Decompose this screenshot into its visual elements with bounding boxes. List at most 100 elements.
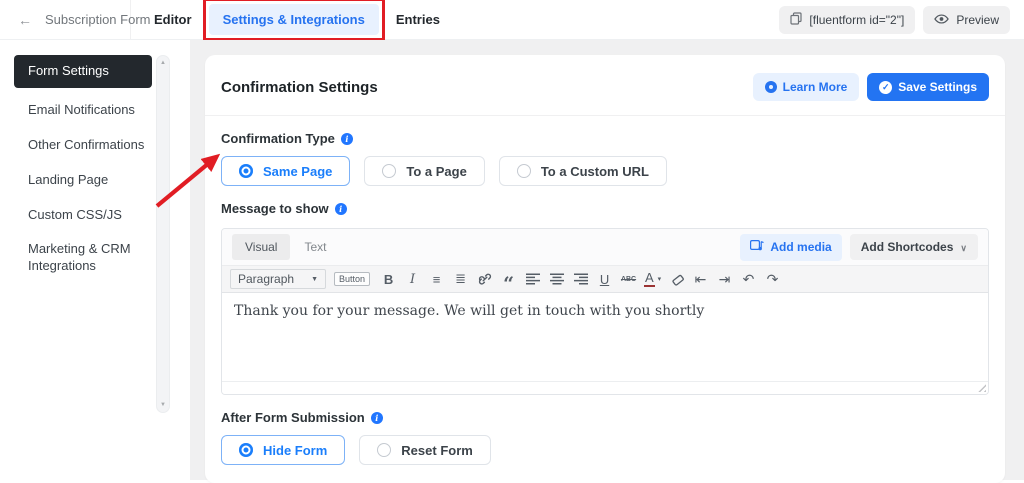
tab-editor[interactable]: Editor [152,4,194,35]
topbar: ← Subscription Form Editor Settings & In… [0,0,1024,41]
option-label: Hide Form [263,442,328,458]
editor-tab-text[interactable]: Text [300,234,330,260]
add-media-label: Add media [770,240,832,254]
save-settings-button[interactable]: Save Settings [867,73,989,101]
info-icon[interactable] [340,132,353,145]
editor-tabs-row: Visual Text Add media Add Shortcodes [222,229,988,265]
underline-icon[interactable]: U [594,268,615,290]
option-label: To a Custom URL [540,163,649,179]
italic-icon[interactable]: I [402,268,423,290]
chevron-down-icon [960,240,967,254]
option-hide-form[interactable]: Hide Form [221,435,346,465]
add-media-button[interactable]: Add media [740,233,842,261]
header-divider [205,115,1005,116]
main-panel: Confirmation Settings Learn More Save Se… [190,40,1024,483]
media-icon [750,239,765,255]
option-same-page[interactable]: Same Page [221,156,351,186]
info-icon[interactable] [334,202,347,215]
redo-icon[interactable]: ↷ [762,268,783,290]
option-label: Reset Form [401,442,473,458]
main-tabs: Editor Settings & Integrations Entries [152,0,442,41]
sidebar-item-marketing-crm[interactable]: Marketing & CRM Integrations [14,232,152,284]
add-shortcodes-button[interactable]: Add Shortcodes [849,234,978,260]
info-icon[interactable] [370,411,383,424]
editor-toolbar: Paragraph Button B I ≡ ≣ “ [222,265,988,293]
editor-tab-visual[interactable]: Visual [232,234,291,260]
option-to-a-custom-url[interactable]: To a Custom URL [498,156,667,186]
strikethrough-icon[interactable]: ABC [618,268,639,290]
sidebar-item-email-notifications[interactable]: Email Notifications [14,93,152,128]
editor-top-actions: Add media Add Shortcodes [740,233,978,261]
radio-checked-icon [239,443,253,457]
scrollbar-up-icon[interactable] [160,60,166,66]
editor-statusbar [222,381,988,394]
copy-icon [790,11,803,28]
shortcode-label: [fluentform id="2"] [809,12,905,27]
check-circle-icon [879,80,893,94]
back-arrow-icon[interactable]: ← [18,13,32,27]
align-left-icon[interactable] [522,268,543,290]
circle-dot-icon [764,81,777,93]
tab-entries[interactable]: Entries [394,4,442,35]
shortcode-button[interactable]: [fluentform id="2"] [779,5,916,34]
radio-unchecked-icon [516,164,531,178]
bold-icon[interactable]: B [378,268,399,290]
save-settings-label: Save Settings [898,80,977,94]
numbered-list-icon[interactable]: ≣ [450,268,471,290]
paragraph-dropdown[interactable]: Paragraph [230,269,326,289]
sidebar-item-form-settings[interactable]: Form Settings [14,55,152,88]
eye-icon [934,13,950,27]
card-header: Confirmation Settings Learn More Save Se… [205,55,1005,115]
confirmation-type-label: Confirmation Type [221,131,989,146]
outdent-icon[interactable]: ⇤ [690,268,711,290]
topbar-actions: [fluentform id="2"] Preview [779,5,1024,34]
tab-settings-integrations-label: Settings & Integrations [222,12,365,27]
button-shortcode-button[interactable]: Button [334,272,371,286]
align-center-icon[interactable] [546,268,567,290]
sidebar-scrollbar[interactable] [156,55,170,413]
bullet-list-icon[interactable]: ≡ [426,268,447,290]
indent-icon[interactable]: ⇥ [714,268,735,290]
message-editor: Visual Text Add media Add Shortcodes ∨ P… [221,228,989,395]
radio-checked-icon [239,164,253,178]
link-icon[interactable] [474,268,495,290]
radio-unchecked-icon [377,443,392,457]
page-title: Confirmation Settings [221,78,378,96]
option-reset-form[interactable]: Reset Form [359,435,491,465]
preview-label: Preview [956,12,999,27]
confirmation-type-options: Same Page To a Page To a Custom URL [221,156,989,186]
after-form-submission-label: After Form Submission [221,410,989,425]
after-submission-options: Hide Form Reset Form [221,435,989,465]
sidebar-item-landing-page[interactable]: Landing Page [14,163,152,198]
option-to-a-page[interactable]: To a Page [364,156,485,186]
confirmation-type-text: Confirmation Type [221,131,335,146]
clear-formatting-icon[interactable] [666,268,687,290]
text-color-letter: A [643,270,655,288]
settings-sidebar: Form Settings Email Notifications Other … [0,40,190,480]
add-shortcodes-label: Add Shortcodes [860,240,954,254]
card-body: Confirmation Type Same Page To a Page To [205,131,1005,483]
message-to-show-label: Message to show [221,201,989,216]
learn-more-button[interactable]: Learn More [752,73,860,101]
option-label: To a Page [406,163,467,179]
tab-settings-integrations[interactable]: Settings & Integrations [202,0,385,41]
message-to-show-text: Message to show [221,201,329,216]
editor-content[interactable]: Thank you for your message. We will get … [222,293,988,381]
form-header: ← Subscription Form [0,0,150,39]
blockquote-icon[interactable]: “ [498,268,519,293]
learn-more-label: Learn More [782,80,848,94]
scrollbar-down-icon[interactable] [160,402,166,408]
option-label: Same Page [263,163,333,179]
form-title: Subscription Form [45,12,151,27]
sidebar-item-other-confirmations[interactable]: Other Confirmations [14,128,152,163]
sidebar-item-custom-css-js[interactable]: Custom CSS/JS [14,198,152,233]
align-right-icon[interactable] [570,268,591,290]
resize-handle[interactable] [976,382,986,392]
content-area: Form Settings Email Notifications Other … [0,40,1024,483]
radio-unchecked-icon [382,164,397,178]
text-color-icon[interactable]: A [642,268,663,290]
paragraph-label: Paragraph [238,272,295,286]
confirmation-settings-card: Confirmation Settings Learn More Save Se… [205,55,1005,483]
undo-icon[interactable]: ↶ [738,268,759,290]
preview-button[interactable]: Preview [923,5,1010,34]
